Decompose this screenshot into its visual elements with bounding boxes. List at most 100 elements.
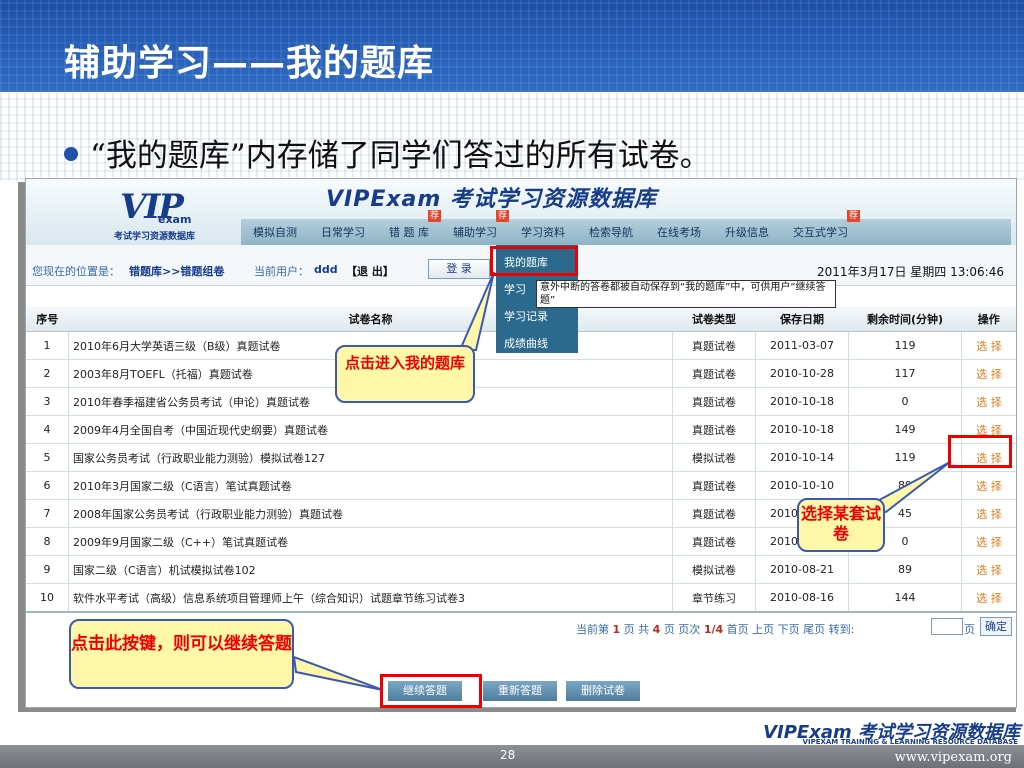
total-pages: 4 [652, 623, 661, 636]
delete-button[interactable]: 删除试卷 [566, 681, 640, 701]
login-button[interactable]: 登 录 [428, 259, 490, 279]
nav-item-7[interactable]: 升级信息 [713, 224, 781, 240]
remaining-time: 0 [848, 387, 962, 416]
save-date: 2010-10-10 [755, 471, 849, 500]
nav-label: 检索导航 [589, 226, 633, 239]
current-page: 1 [612, 623, 621, 636]
tooltip: 意外中断的答卷都被自动保存到“我的题库”中，可供用户“继续答题” [536, 280, 836, 308]
remaining-time: 119 [848, 443, 962, 472]
nav-label: 交互式学习 [793, 226, 848, 239]
nav-item-2[interactable]: 错 题 库 荐 [377, 210, 441, 240]
row-index: 10 [26, 583, 69, 612]
row-index: 7 [26, 499, 69, 528]
row-index: 2 [26, 359, 69, 388]
recommend-badge: 荐 [427, 210, 441, 222]
remaining-time: 149 [848, 415, 962, 444]
row-index: 5 [26, 443, 69, 472]
nav-label: 在线考场 [657, 226, 701, 239]
page-prefix: 当前第 [576, 623, 609, 636]
row-index: 1 [26, 331, 69, 360]
row-index: 4 [26, 415, 69, 444]
logo-exam: exam [158, 213, 192, 226]
logo-subtitle: 考试学习资源数据库 [114, 232, 196, 242]
site-title: VIPExam 考试学习资源数据库 [326, 187, 657, 212]
nav-item-4[interactable]: 学习资料 [509, 224, 577, 240]
user-name: ddd [314, 263, 338, 276]
nav-label: 学习资料 [521, 226, 565, 239]
highlight-continue [380, 674, 482, 708]
confirm-button[interactable]: 确定 [980, 617, 1012, 636]
table-row: 10 软件水平考试（高级）信息系统项目管理师上午（综合知识）试题章节练习试卷3 章节… [26, 583, 1016, 612]
select-link[interactable]: 选 择 [961, 387, 1016, 416]
bullet-icon [64, 147, 78, 161]
goto-page-input[interactable] [931, 618, 963, 635]
page-links[interactable]: 首页 上页 下页 尾页 [727, 623, 826, 636]
nav-label: 模拟自测 [253, 226, 297, 239]
page-unit: 页 [964, 623, 975, 636]
nav-label: 日常学习 [321, 226, 365, 239]
col-type: 试卷类型 [672, 307, 756, 332]
select-link[interactable]: 选 择 [961, 555, 1016, 584]
table-row: 9 国家二级（C语言）机试模拟试卷102 模拟试卷 2010-08-21 89 选 择 [26, 555, 1016, 584]
row-index: 3 [26, 387, 69, 416]
callout-enter: 点击进入我的题库 [335, 345, 475, 403]
remaining-time: 144 [848, 583, 962, 612]
footer-url: www.vipexam.org [894, 750, 1012, 765]
callout-select: 选择某套试卷 [797, 498, 885, 552]
select-link[interactable]: 选 择 [961, 527, 1016, 556]
table-row: 3 2010年春季福建省公务员考试（申论）真题试卷 真题试卷 2010-10-18 0 选… [26, 387, 1016, 416]
col-action: 操作 [961, 307, 1016, 332]
exam-type: 真题试卷 [672, 499, 756, 528]
exam-type: 模拟试卷 [672, 555, 756, 584]
save-date: 2010-08-16 [755, 583, 849, 612]
nav-item-0[interactable]: 模拟自测 [241, 224, 309, 240]
exam-name: 软件水平考试（高级）信息系统项目管理师上午（综合知识）试题章节练习试卷3 [68, 583, 673, 612]
menu-item-study-record[interactable]: 学习记录 [504, 308, 548, 324]
select-link[interactable]: 选 择 [961, 471, 1016, 500]
exam-type: 模拟试卷 [672, 443, 756, 472]
nav-item-5[interactable]: 检索导航 [577, 224, 645, 240]
remaining-time: 117 [848, 359, 962, 388]
vipexam-logo: VIP exam 考试学习资源数据库 [114, 185, 244, 242]
nav-item-1[interactable]: 日常学习 [309, 224, 377, 240]
save-date: 2010-08-21 [755, 555, 849, 584]
exam-type: 真题试卷 [672, 527, 756, 556]
nav-item-6[interactable]: 在线考场 [645, 224, 713, 240]
exam-type: 真题试卷 [672, 331, 756, 360]
select-link[interactable]: 选 择 [961, 331, 1016, 360]
save-date: 2010-10-14 [755, 443, 849, 472]
page-total-label: 页 共 [623, 623, 650, 636]
page-ratio-label: 页 页次 [663, 623, 701, 636]
breadcrumb-label: 您现在的位置是： [32, 265, 120, 278]
menu-item-study[interactable]: 学习 [504, 281, 526, 297]
recommend-badge: 荐 [846, 210, 860, 222]
restart-button[interactable]: 重新答题 [483, 681, 557, 701]
table-row: 6 2010年3月国家二级（C语言）笔试真题试卷 真题试卷 2010-10-10 89 选… [26, 471, 1016, 500]
row-index: 8 [26, 527, 69, 556]
exam-type: 真题试卷 [672, 415, 756, 444]
user-label: 当前用户： [254, 265, 309, 278]
nav-item-8[interactable]: 交互式学习 荐 [781, 210, 860, 240]
select-link[interactable]: 选 择 [961, 359, 1016, 388]
exam-type: 真题试卷 [672, 387, 756, 416]
col-date: 保存日期 [755, 307, 849, 332]
breadcrumb[interactable]: 错题库>>错题组卷 [129, 263, 224, 279]
recommend-badge: 荐 [495, 210, 509, 222]
remaining-time: 89 [848, 555, 962, 584]
footer-tagline: VIPEXAM TRAINING & LEARNING RESOURCE DAT… [802, 738, 1018, 746]
exam-name: 2008年国家公务员考试（行政职业能力测验）真题试卷 [68, 499, 673, 528]
main-nav: 模拟自测 日常学习 错 题 库荐 辅助学习荐 学习资料 检索导航 在线考场 升级… [241, 210, 1011, 245]
select-link[interactable]: 选 择 [961, 499, 1016, 528]
bullet-text: “我的题库”内存储了同学们答过的所有试卷。 [90, 138, 711, 174]
col-index: 序号 [26, 307, 69, 332]
select-link[interactable]: 选 择 [961, 583, 1016, 612]
page-info: 当前第 1 页 共 4 页 页次 1/4 首页 上页 下页 尾页 转到: [576, 621, 854, 637]
page-number: 28 [500, 748, 516, 762]
highlight-my-bank [490, 246, 578, 276]
nav-item-3[interactable]: 辅助学习 荐 [441, 210, 509, 240]
menu-item-score-curve[interactable]: 成绩曲线 [504, 335, 548, 351]
remaining-time: 119 [848, 331, 962, 360]
logout-link[interactable]: 【退 出】 [346, 263, 394, 279]
exam-type: 真题试卷 [672, 471, 756, 500]
nav-label: 辅助学习 [453, 226, 497, 239]
